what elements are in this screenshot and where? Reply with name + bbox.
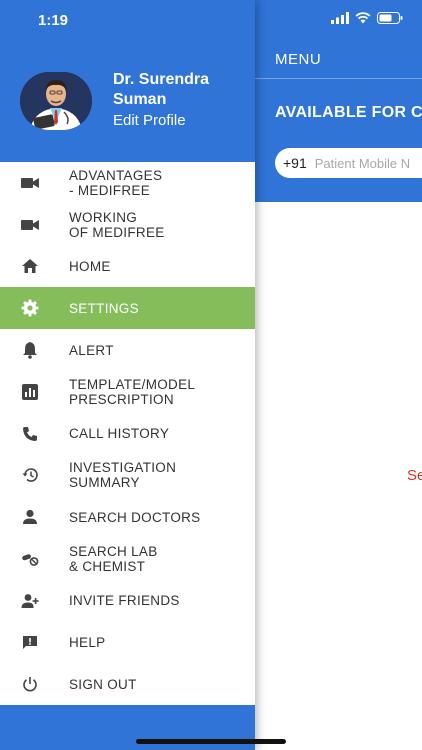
drawer-header: 1:19 Dr. Surendra Suman Edit Profile <box>0 0 255 162</box>
menu-item-working[interactable]: WORKING OF MEDIFREE <box>0 204 255 246</box>
menu-item-label: SEARCH DOCTORS <box>69 509 201 525</box>
status-icons <box>331 12 403 24</box>
menu-item-advantages[interactable]: ADVANTAGES - MEDIFREE <box>0 162 255 204</box>
menu-item-label: SEARCH LAB & CHEMIST <box>69 544 158 575</box>
power-icon <box>20 674 40 694</box>
menu-item-label: WORKING OF MEDIFREE <box>69 209 165 240</box>
video-camera-icon <box>20 173 40 193</box>
avatar[interactable] <box>20 72 92 130</box>
navigation-drawer: 1:19 Dr. Surendra Suman Edit Profile ADV… <box>0 0 255 750</box>
signal-icon <box>331 12 349 24</box>
menu-label[interactable]: MENU <box>275 51 321 68</box>
menu-item-label: SIGN OUT <box>69 676 137 692</box>
menu-item-label: SETTINGS <box>69 300 139 316</box>
menu-item-settings[interactable]: SETTINGS <box>0 287 255 330</box>
country-code[interactable]: +91 <box>283 155 307 171</box>
menu-item-sign-out[interactable]: SIGN OUT <box>0 664 255 706</box>
menu-item-label: ADVANTAGES - MEDIFREE <box>69 167 163 198</box>
menu-item-label: HELP <box>69 635 106 651</box>
header-divider <box>255 78 422 79</box>
home-indicator[interactable] <box>136 739 286 744</box>
menu-item-invite-friends[interactable]: INVITE FRIENDS <box>0 580 255 622</box>
home-icon <box>20 256 40 276</box>
available-heading: AVAILABLE FOR C <box>275 104 422 121</box>
patient-mobile-placeholder: Patient Mobile N <box>314 155 411 171</box>
menu-item-help[interactable]: HELP <box>0 622 255 664</box>
bell-icon <box>20 340 40 360</box>
menu-item-call-history[interactable]: CALL HISTORY <box>0 413 255 455</box>
main-header: MENU AVAILABLE FOR C +91 Patient Mobile … <box>255 0 422 202</box>
menu-item-search-lab[interactable]: SEARCH LAB & CHEMIST <box>0 538 255 580</box>
chart-icon <box>20 382 40 402</box>
main-screen: MENU AVAILABLE FOR C +91 Patient Mobile … <box>255 0 422 750</box>
menu-item-label: INVESTIGATION SUMMARY <box>69 460 177 491</box>
phone-icon <box>20 424 40 444</box>
menu-item-label: HOME <box>69 258 111 274</box>
menu-item-alert[interactable]: ALERT <box>0 329 255 371</box>
menu-item-investigation[interactable]: INVESTIGATION SUMMARY <box>0 455 255 497</box>
status-time: 1:19 <box>38 12 69 29</box>
menu-item-label: ALERT <box>69 342 114 358</box>
patient-mobile-field[interactable]: +91 Patient Mobile N <box>275 148 422 178</box>
drawer-menu: ADVANTAGES - MEDIFREE WORKING OF MEDIFRE… <box>0 162 255 705</box>
battery-icon <box>377 12 403 24</box>
doctor-avatar-icon <box>20 72 92 130</box>
person-add-icon <box>20 591 40 611</box>
menu-item-search-doctors[interactable]: SEARCH DOCTORS <box>0 496 255 538</box>
edit-profile-link[interactable]: Edit Profile <box>113 112 186 129</box>
video-camera-icon <box>20 215 40 235</box>
person-icon <box>20 507 40 527</box>
menu-item-label: TEMPLATE/MODEL PRESCRIPTION <box>69 376 196 407</box>
history-icon <box>20 465 40 485</box>
wifi-icon <box>355 12 371 24</box>
menu-item-label: INVITE FRIENDS <box>69 593 180 609</box>
gear-icon <box>20 298 40 318</box>
menu-item-label: CALL HISTORY <box>69 426 170 442</box>
menu-item-template[interactable]: TEMPLATE/MODEL PRESCRIPTION <box>0 371 255 413</box>
error-text: Se <box>407 467 422 484</box>
feedback-icon <box>20 633 40 653</box>
doctor-name: Dr. Surendra Suman <box>113 71 210 108</box>
menu-item-home[interactable]: HOME <box>0 246 255 288</box>
pills-icon <box>20 549 40 569</box>
